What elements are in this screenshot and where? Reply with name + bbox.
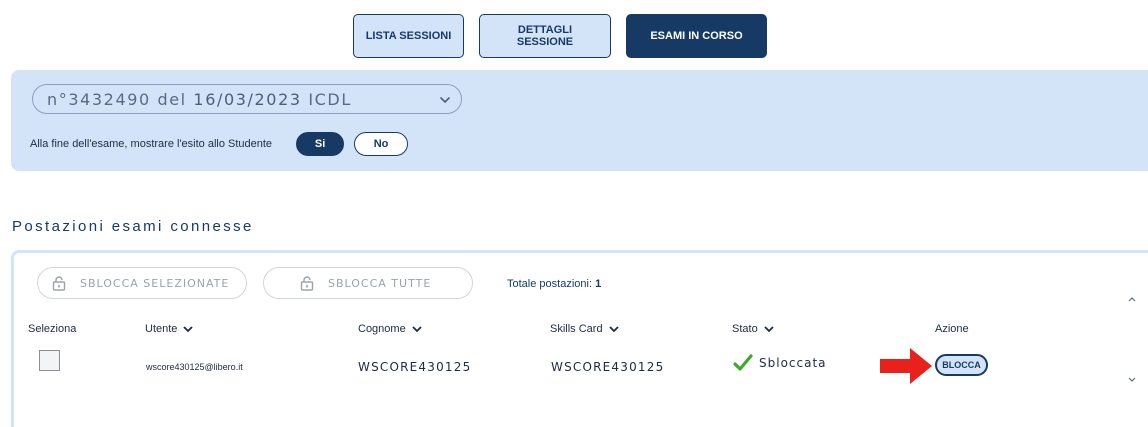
chevron-down-icon bbox=[440, 97, 450, 104]
unlock-icon bbox=[52, 275, 66, 291]
header-status-label: Stato bbox=[732, 323, 758, 335]
total-value: 1 bbox=[595, 278, 602, 290]
header-action-label: Azione bbox=[935, 323, 969, 335]
header-action: Azione bbox=[935, 323, 969, 335]
session-select-value: n°3432490 del 16/03/2023 ICDL bbox=[47, 90, 352, 109]
header-skills-card-label: Skills Card bbox=[550, 323, 603, 335]
tab-dettagli-sessione[interactable]: DETTAGLI SESSIONE bbox=[479, 14, 611, 58]
outcome-yes-button[interactable]: Si bbox=[296, 132, 345, 156]
chevron-down-icon bbox=[608, 326, 619, 333]
row-status-label: Sbloccata bbox=[759, 356, 827, 370]
header-skills-card[interactable]: Skills Card bbox=[550, 323, 619, 335]
session-panel: n°3432490 del 16/03/2023 ICDL Alla fine … bbox=[11, 70, 1148, 171]
header-user-label: Utente bbox=[145, 323, 178, 335]
outcome-label: Alla fine dell'esame, mostrare l'esito a… bbox=[30, 138, 273, 150]
row-status: Sbloccata bbox=[733, 354, 827, 372]
header-surname[interactable]: Cognome bbox=[358, 323, 422, 335]
row-surname: WSCORE430125 bbox=[358, 360, 472, 374]
outcome-row: Alla fine dell'esame, mostrare l'esito a… bbox=[30, 132, 409, 156]
total-label: Totale postazioni: bbox=[507, 278, 596, 290]
top-tabs: LISTA SESSIONI DETTAGLI SESSIONE ESAMI I… bbox=[353, 14, 767, 58]
scroll-down-icon[interactable] bbox=[1127, 376, 1137, 384]
chevron-down-icon bbox=[183, 326, 194, 333]
session-prefix: n°3432490 del bbox=[47, 89, 194, 109]
section-title: Postazioni esami connesse bbox=[12, 218, 254, 235]
row-select-checkbox[interactable] bbox=[39, 350, 60, 371]
chevron-down-icon bbox=[412, 326, 422, 333]
header-select-label: Seleziona bbox=[28, 323, 77, 335]
unlock-all-label: SBLOCCA TUTTE bbox=[328, 276, 432, 290]
header-user[interactable]: Utente bbox=[145, 323, 194, 335]
tab-lista-sessioni[interactable]: LISTA SESSIONI bbox=[353, 14, 464, 58]
workstations-card: SBLOCCA SELEZIONATE SBLOCCA TUTTE Totale… bbox=[11, 250, 1148, 427]
check-icon bbox=[733, 354, 753, 371]
chevron-down-icon bbox=[764, 326, 774, 333]
session-select[interactable]: n°3432490 del 16/03/2023 ICDL bbox=[32, 84, 462, 114]
unlock-icon bbox=[300, 275, 314, 291]
outcome-no-button[interactable]: No bbox=[354, 132, 409, 156]
session-date: 16/03/2023 bbox=[193, 89, 302, 109]
tab-esami-in-corso[interactable]: ESAMI IN CORSO bbox=[626, 14, 767, 58]
red-arrow-icon bbox=[880, 348, 932, 384]
row-skills-card: WSCORE430125 bbox=[551, 360, 665, 374]
header-surname-label: Cognome bbox=[358, 323, 406, 335]
unlock-all-button[interactable]: SBLOCCA TUTTE bbox=[263, 267, 473, 299]
unlock-selected-button[interactable]: SBLOCCA SELEZIONATE bbox=[37, 267, 247, 299]
total-workstations: Totale postazioni: 1 bbox=[507, 278, 601, 290]
header-select: Seleziona bbox=[28, 323, 76, 335]
header-status[interactable]: Stato bbox=[732, 323, 774, 335]
block-button[interactable]: BLOCCA bbox=[935, 354, 988, 376]
scroll-up-icon[interactable] bbox=[1127, 295, 1137, 303]
unlock-selected-label: SBLOCCA SELEZIONATE bbox=[80, 276, 230, 290]
row-user: wscore430125@libero.it bbox=[146, 362, 243, 372]
session-suffix: ICDL bbox=[301, 89, 352, 109]
